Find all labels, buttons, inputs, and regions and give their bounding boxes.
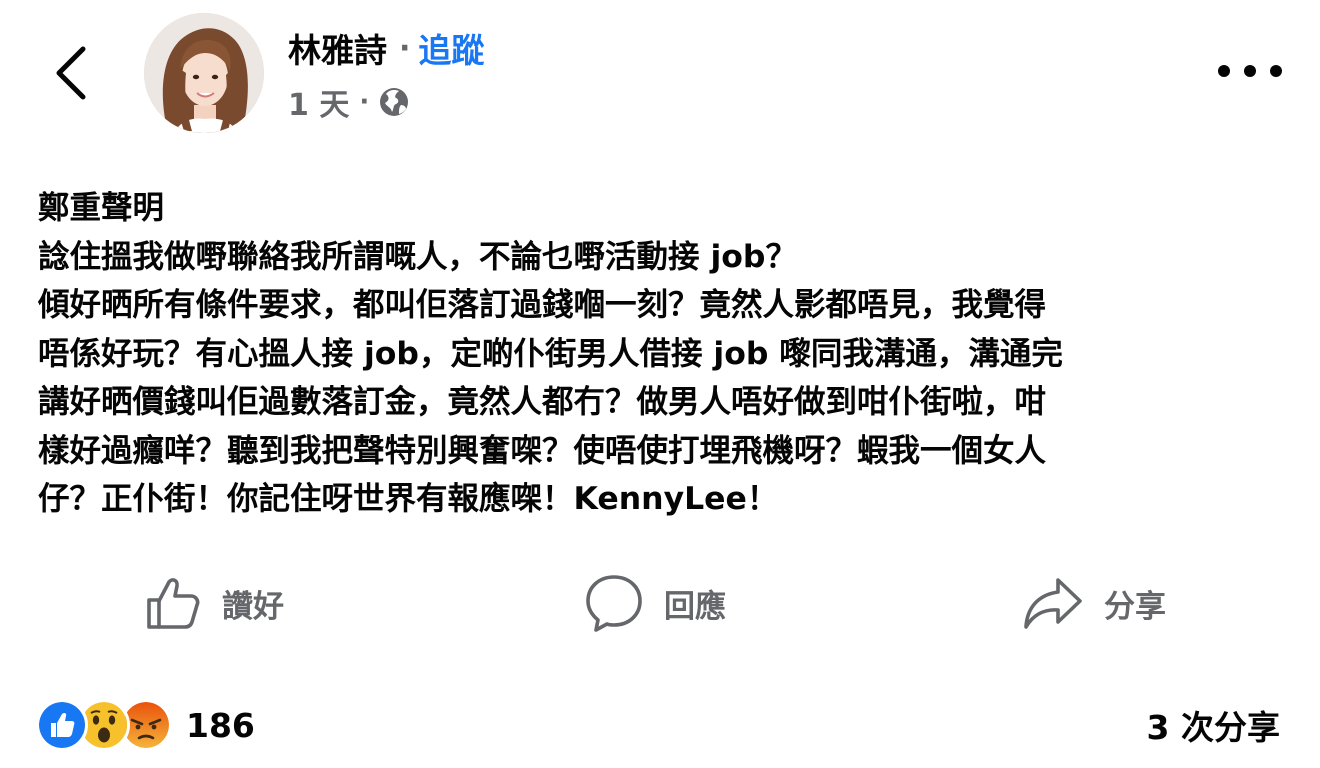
like-label: 讚好: [222, 588, 284, 625]
comment-label: 回應: [664, 588, 726, 625]
post-text-line: 講好晒價錢叫佢過數落訂金，竟然人都冇？做男人唔好做到咁仆街啦，咁: [38, 384, 1047, 420]
like-button[interactable]: 讚好: [144, 570, 284, 636]
author-name[interactable]: 林雅詩: [288, 24, 387, 72]
post-text-line: 諗住搵我做嘢聯絡我所謂嘅人，不論乜嘢活動接 job？: [38, 238, 797, 275]
name-separator: ·: [399, 30, 411, 66]
globe-icon[interactable]: [377, 85, 411, 119]
comment-bubble-icon: [586, 575, 642, 632]
share-arrow-icon: [1024, 578, 1082, 629]
avatar-image: [144, 13, 264, 133]
more-options-button[interactable]: [1218, 56, 1282, 86]
share-button[interactable]: 分享: [1022, 570, 1166, 636]
share-label: 分享: [1104, 588, 1166, 625]
post-text-line: 鄭重聲明: [38, 190, 165, 226]
chevron-left-icon: [56, 46, 86, 100]
post-text-line: 樣好過癮咩？聽到我把聲特別興奮㗎？使唔使打埋飛機呀？蝦我一個女人: [38, 432, 1047, 469]
reactions-summary[interactable]: 186: [36, 699, 255, 751]
more-dot: [1270, 65, 1282, 77]
follow-button[interactable]: 追蹤: [418, 24, 484, 72]
share-count[interactable]: 3 次分享: [1147, 700, 1280, 750]
post-text: 鄭重聲明 諗住搵我做嘢聯絡我所謂嘅人，不論乜嘢活動接 job？ 傾好晒所有條件要…: [38, 184, 1288, 524]
comment-button[interactable]: 回應: [584, 570, 726, 636]
author-row: 林雅詩 · 追蹤: [288, 24, 484, 72]
thumbs-up-icon: [147, 578, 200, 629]
back-button[interactable]: [44, 40, 98, 106]
author-avatar[interactable]: [144, 13, 264, 133]
more-horizontal-icon: [1218, 65, 1230, 77]
post-meta: 1 天 ·: [288, 80, 411, 124]
post-text-line: 傾好晒所有條件要求，都叫佢落訂過錢嗰一刻？竟然人影都唔見，我覺得: [38, 287, 1047, 323]
post-text-line: 仔？正仆街！你記住呀世界有報應㗎！KennyLee！: [38, 481, 779, 517]
meta-separator: ·: [359, 87, 370, 117]
post-text-line: 唔係好玩？有心搵人接 job，定啲仆街男人借接 job 嚟同我溝通，溝通完: [38, 335, 1063, 372]
like-reaction-icon: [36, 699, 88, 751]
reaction-count: 186: [186, 705, 255, 745]
more-dot: [1244, 65, 1256, 77]
post-timestamp[interactable]: 1 天: [288, 80, 349, 124]
